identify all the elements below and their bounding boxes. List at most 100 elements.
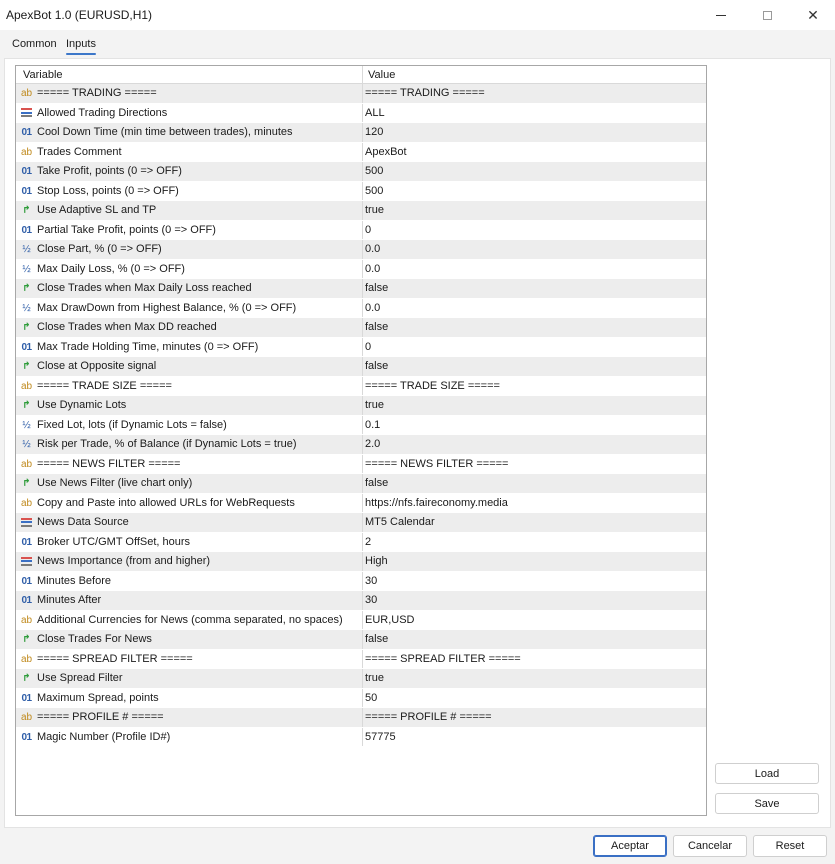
header-variable[interactable]: Variable [23, 69, 63, 81]
cell-separator [362, 532, 363, 551]
value-cell[interactable]: 0.0 [365, 243, 380, 255]
value-cell[interactable]: ===== SPREAD FILTER ===== [365, 653, 521, 665]
integer-type-icon: 01 [21, 731, 32, 743]
table-row[interactable]: 01 Minutes After 30 [16, 591, 706, 611]
table-row[interactable]: ↱ Use News Filter (live chart only) false [16, 474, 706, 494]
value-cell[interactable]: true [365, 204, 384, 216]
cell-separator [362, 435, 363, 454]
cell-separator [362, 688, 363, 707]
header-separator[interactable] [362, 66, 363, 84]
value-cell[interactable]: 0.0 [365, 263, 380, 275]
accept-button[interactable]: Aceptar [593, 835, 667, 857]
variable-name: News Data Source [37, 516, 129, 528]
value-cell[interactable]: 500 [365, 165, 383, 177]
close-button[interactable]: ✕ [790, 0, 835, 30]
value-cell[interactable]: false [365, 633, 388, 645]
table-row[interactable]: 01 Magic Number (Profile ID#) 57775 [16, 727, 706, 747]
variable-name: Trades Comment [37, 145, 122, 158]
boolean-type-icon: ↱ [22, 400, 31, 411]
integer-type-icon: 01 [21, 536, 32, 548]
value-cell[interactable]: EUR,USD [365, 614, 415, 626]
variable-name: ===== PROFILE # ===== [37, 711, 164, 723]
value-cell[interactable]: ===== TRADING ===== [365, 87, 485, 99]
table-row[interactable]: ↱ Close Trades when Max Daily Loss reache… [16, 279, 706, 299]
table-row[interactable]: ↱ Use Dynamic Lots true [16, 396, 706, 416]
table-row[interactable]: ½ Max DrawDown from Highest Balance, % (0… [16, 298, 706, 318]
table-row[interactable]: ↱ Close Trades when Max DD reached false [16, 318, 706, 338]
variable-name: Use Spread Filter [37, 672, 123, 684]
variable-name: Max Trade Holding Time, minutes (0 => OF… [37, 340, 259, 353]
value-cell[interactable]: ALL [365, 107, 385, 119]
cancel-button[interactable]: Cancelar [673, 835, 747, 857]
table-row[interactable]: 01 Stop Loss, points (0 => OFF) 500 [16, 181, 706, 201]
tab-common[interactable]: Common [12, 38, 57, 50]
value-cell[interactable]: 500 [365, 185, 383, 197]
cell-separator [362, 630, 363, 649]
table-row[interactable]: ½ Risk per Trade, % of Balance (if Dynami… [16, 435, 706, 455]
value-cell[interactable]: true [365, 672, 384, 684]
reset-button[interactable]: Reset [753, 835, 827, 857]
minimize-button[interactable] [698, 0, 744, 30]
table-row[interactable]: News Data Source MT5 Calendar [16, 513, 706, 533]
table-row[interactable]: 01 Take Profit, points (0 => OFF) 500 [16, 162, 706, 182]
value-cell[interactable]: 0 [365, 341, 371, 353]
value-cell[interactable]: https://nfs.faireconomy.media [365, 497, 508, 509]
table-row[interactable]: ab Trades Comment ApexBot [16, 142, 706, 162]
value-cell[interactable]: false [365, 477, 388, 489]
table-row[interactable]: ½ Max Daily Loss, % (0 => OFF) 0.0 [16, 259, 706, 279]
table-row[interactable]: ab ===== NEWS FILTER ===== ===== NEWS FILT… [16, 454, 706, 474]
value-cell[interactable]: false [365, 282, 388, 294]
table-row[interactable]: 01 Broker UTC/GMT OffSet, hours 2 [16, 532, 706, 552]
value-cell[interactable]: false [365, 360, 388, 372]
table-row[interactable]: ab Additional Currencies for News (comma … [16, 610, 706, 630]
table-row[interactable]: Allowed Trading Directions ALL [16, 103, 706, 123]
maximize-button[interactable] [744, 0, 790, 30]
value-cell[interactable]: 0.1 [365, 419, 380, 431]
value-cell[interactable]: true [365, 399, 384, 411]
table-row[interactable]: ↱ Close at Opposite signal false [16, 357, 706, 377]
table-row[interactable]: ↱ Close Trades For News false [16, 630, 706, 650]
window-title: ApexBot 1.0 (EURUSD,H1) [6, 8, 153, 22]
table-row[interactable]: ab ===== TRADING ===== ===== TRADING ===== [16, 84, 706, 104]
value-cell[interactable]: 2.0 [365, 438, 380, 450]
table-row[interactable]: ab ===== SPREAD FILTER ===== ===== SPREAD … [16, 649, 706, 669]
variable-name: Partial Take Profit, points (0 => OFF) [37, 223, 216, 236]
value-cell[interactable]: 50 [365, 692, 377, 704]
double-type-icon: ½ [22, 439, 31, 450]
cell-separator [362, 318, 363, 337]
table-row[interactable]: ab ===== PROFILE # ===== ===== PROFILE # =… [16, 708, 706, 728]
value-cell[interactable]: 30 [365, 575, 377, 587]
value-cell[interactable]: false [365, 321, 388, 333]
table-row[interactable]: News Importance (from and higher) High [16, 552, 706, 572]
value-cell[interactable]: High [365, 555, 388, 567]
variable-name: Fixed Lot, lots (if Dynamic Lots = false… [37, 418, 227, 431]
table-row[interactable]: 01 Cool Down Time (min time between trade… [16, 123, 706, 143]
value-cell[interactable]: ===== PROFILE # ===== [365, 711, 492, 723]
load-button[interactable]: Load [715, 763, 819, 784]
table-row[interactable]: ½ Fixed Lot, lots (if Dynamic Lots = fals… [16, 415, 706, 435]
table-row[interactable]: ab Copy and Paste into allowed URLs for W… [16, 493, 706, 513]
table-row[interactable]: 01 Max Trade Holding Time, minutes (0 => … [16, 337, 706, 357]
table-row[interactable]: ½ Close Part, % (0 => OFF) 0.0 [16, 240, 706, 260]
value-cell[interactable]: 120 [365, 126, 383, 138]
value-cell[interactable]: ===== NEWS FILTER ===== [365, 458, 508, 470]
table-row[interactable]: ↱ Use Spread Filter true [16, 669, 706, 689]
tab-inputs[interactable]: Inputs [66, 38, 96, 55]
table-row[interactable]: 01 Minutes Before 30 [16, 571, 706, 591]
value-cell[interactable]: 57775 [365, 731, 396, 743]
table-row[interactable]: 01 Partial Take Profit, points (0 => OFF)… [16, 220, 706, 240]
value-cell[interactable]: 0.0 [365, 302, 380, 314]
value-cell[interactable]: MT5 Calendar [365, 516, 435, 528]
value-cell[interactable]: 0 [365, 224, 371, 236]
cell-separator [362, 162, 363, 181]
value-cell[interactable]: ===== TRADE SIZE ===== [365, 380, 500, 392]
string-type-icon: ab [20, 614, 33, 626]
value-cell[interactable]: 2 [365, 536, 371, 548]
save-button[interactable]: Save [715, 793, 819, 814]
table-row[interactable]: 01 Maximum Spread, points 50 [16, 688, 706, 708]
table-row[interactable]: ab ===== TRADE SIZE ===== ===== TRADE SIZE… [16, 376, 706, 396]
table-row[interactable]: ↱ Use Adaptive SL and TP true [16, 201, 706, 221]
value-cell[interactable]: 30 [365, 594, 377, 606]
value-cell[interactable]: ApexBot [365, 146, 407, 158]
header-value[interactable]: Value [368, 69, 395, 81]
